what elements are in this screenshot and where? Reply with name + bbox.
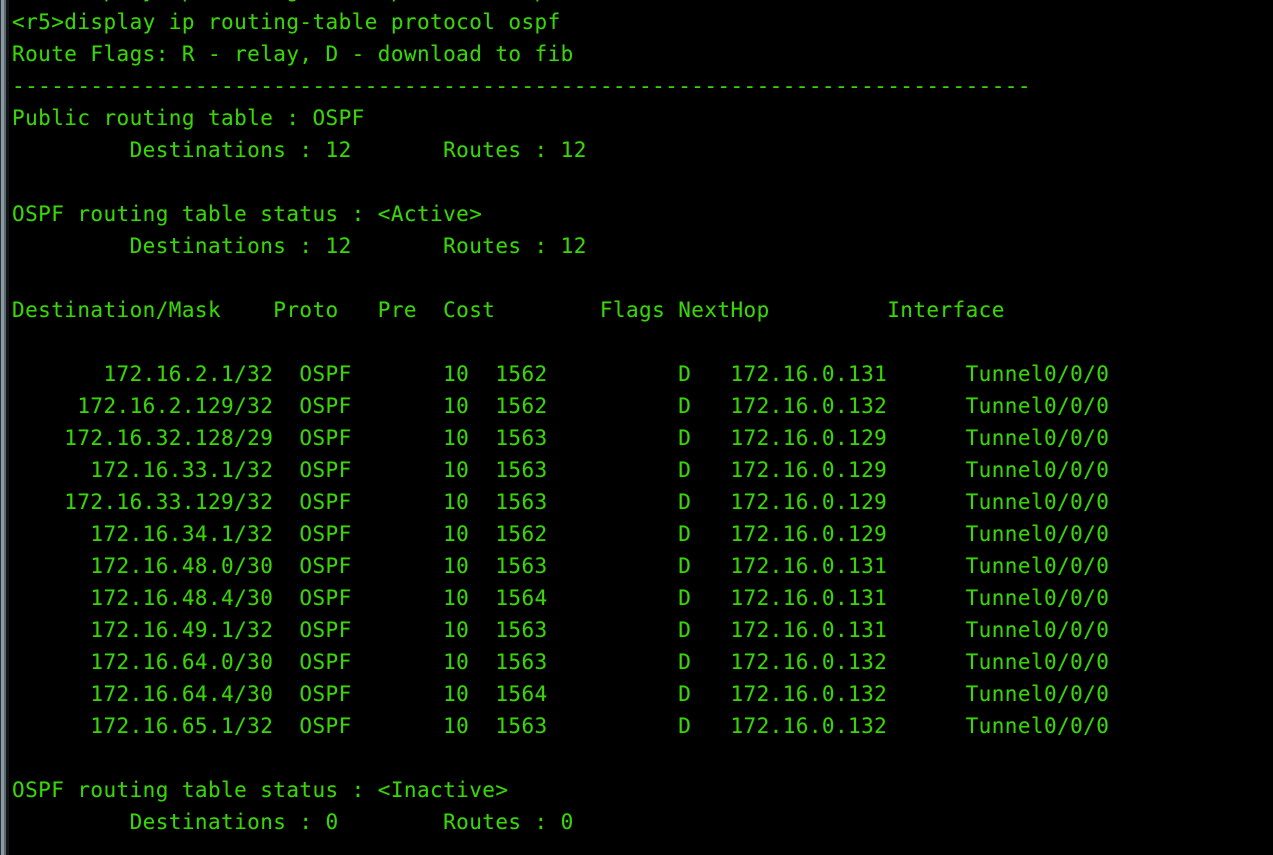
terminal-screen[interactable]: <r5>display ip routing-table protocol os… — [0, 0, 1273, 855]
table-row: 172.16.64.0/30 OSPF 10 1563 D 172.16.0.1… — [12, 650, 1110, 674]
terminal-window[interactable]: <r5>display ip routing-table protocol os… — [0, 0, 1273, 855]
table-row: 172.16.33.129/32 OSPF 10 1563 D 172.16.0… — [12, 490, 1110, 514]
ospf-active-counts-line: Destinations : 12 Routes : 12 — [12, 234, 587, 258]
public-routing-table-title: Public routing table : OSPF — [12, 106, 365, 130]
public-routing-table-counts: Destinations : 12 Routes : 12 — [12, 138, 587, 162]
command-prompt-line: <r5>display ip routing-table protocol os… — [12, 10, 561, 34]
table-row: 172.16.32.128/29 OSPF 10 1563 D 172.16.0… — [12, 426, 1110, 450]
table-row: 172.16.2.129/32 OSPF 10 1562 D 172.16.0.… — [12, 394, 1110, 418]
table-row: 172.16.64.4/30 OSPF 10 1564 D 172.16.0.1… — [12, 682, 1110, 706]
table-row: 172.16.48.0/30 OSPF 10 1563 D 172.16.0.1… — [12, 554, 1110, 578]
routing-table-header: Destination/Mask Proto Pre Cost Flags Ne… — [12, 298, 1005, 322]
ospf-active-status-line: OSPF routing table status : <Active> — [12, 202, 483, 226]
route-flags-legend: Route Flags: R - relay, D - download to … — [12, 42, 574, 66]
ospf-inactive-counts-line: Destinations : 0 Routes : 0 — [12, 810, 574, 834]
ospf-inactive-status-line: OSPF routing table status : <Inactive> — [12, 778, 509, 802]
table-row: 172.16.65.1/32 OSPF 10 1563 D 172.16.0.1… — [12, 714, 1110, 738]
separator-rule: ----------------------------------------… — [12, 74, 1031, 98]
table-row: 172.16.33.1/32 OSPF 10 1563 D 172.16.0.1… — [12, 458, 1110, 482]
table-row: 172.16.48.4/30 OSPF 10 1564 D 172.16.0.1… — [12, 586, 1110, 610]
terminal-scrollbar[interactable] — [0, 0, 9, 855]
table-row: 172.16.34.1/32 OSPF 10 1562 D 172.16.0.1… — [12, 522, 1110, 546]
table-row: 172.16.49.1/32 OSPF 10 1563 D 172.16.0.1… — [12, 618, 1110, 642]
table-row: 172.16.2.1/32 OSPF 10 1562 D 172.16.0.13… — [12, 362, 1110, 386]
